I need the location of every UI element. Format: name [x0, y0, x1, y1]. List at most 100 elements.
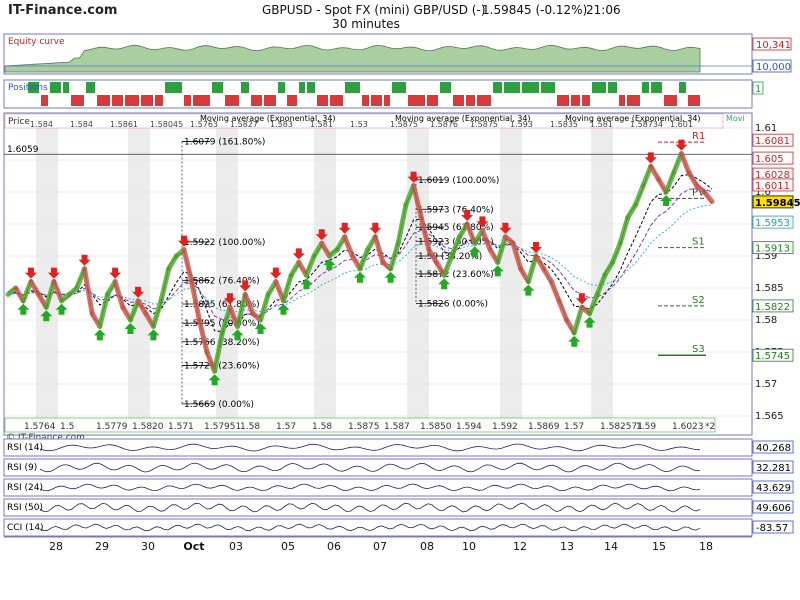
day-band — [314, 128, 336, 418]
indicator-label: CCI (14) — [7, 523, 44, 533]
right-label-text: 1.605 — [755, 154, 784, 165]
position-short — [193, 95, 210, 106]
bottom-price-label: 1.592 — [492, 422, 518, 432]
indicator-panel — [3, 438, 753, 457]
pivot-label: S3 — [692, 344, 705, 355]
clock-time: 21:06 — [586, 3, 621, 17]
x-tick-label: 15 — [652, 540, 666, 553]
position-short — [582, 95, 590, 106]
bottom-price-label: 1.5 — [60, 422, 74, 432]
fib-label: 1.5669 (0.00%) — [184, 400, 254, 410]
equity-label: Equity curve — [8, 37, 65, 47]
position-long — [642, 82, 649, 93]
fib-label: 1.5922 (100.00%) — [184, 238, 265, 248]
indicator-label: RSI (14) — [7, 443, 43, 453]
equity-area — [4, 44, 701, 73]
y-tick-label: 1.565 — [755, 411, 784, 422]
position-long — [679, 82, 686, 93]
y-tick-label: 1.57 — [755, 379, 777, 390]
position-short — [466, 95, 475, 106]
equity-value-high: 10,341 — [756, 40, 791, 51]
position-long — [345, 82, 360, 93]
indicator-panels: RSI (14) 40.268 RSI (9) 32.281 RSI (24) 43.62… — [3, 438, 794, 537]
equity-panel: Equity curve 10,341 10,000 — [3, 33, 792, 75]
position-long — [86, 82, 95, 93]
position-long — [241, 82, 249, 93]
position-short — [71, 95, 84, 106]
position-long — [504, 82, 520, 93]
position-short — [287, 95, 297, 106]
bottom-price-label: 1.5820 — [132, 422, 164, 432]
brand-label: IT-Finance.com — [8, 3, 117, 18]
fib-label: 1.5729 (23.60%) — [184, 361, 260, 371]
position-short — [384, 95, 390, 106]
position-long — [440, 82, 451, 93]
x-tick-label: 05 — [281, 540, 295, 553]
position-short — [97, 95, 110, 106]
position-short — [125, 95, 139, 106]
pivot-label: S2 — [692, 295, 705, 306]
bottom-price-label: 1.5779 — [96, 422, 128, 432]
price-change: 1.59845 (-0.12%) — [482, 3, 587, 17]
bottom-price-label: 1.58 — [240, 422, 260, 432]
x-tick-label: 10 — [462, 540, 476, 553]
position-short — [371, 95, 382, 106]
position-long — [651, 82, 662, 93]
position-short — [362, 95, 369, 106]
position-long — [63, 82, 69, 93]
chart-canvas: IT-Finance.com GBPUSD - Spot FX (mini) G… — [3, 3, 800, 553]
indicator-label: RSI (50) — [7, 503, 43, 513]
x-tick-label: 29 — [95, 540, 109, 553]
level-label-1-6059: 1.6059 — [7, 145, 39, 155]
main-panel: 1.6059 1.6079 (161.80%) 1.5922 (100.00%) 1… — [3, 112, 800, 443]
x-tick-label: 12 — [513, 540, 527, 553]
bottom-price-labels: 1.5764 1.5 1.5779 1.5820 1.571 1.579511.58 1.5… — [24, 422, 704, 432]
position-long — [493, 82, 502, 93]
right-label-text: 1.5745 — [755, 351, 790, 362]
x-axis-labels: 28 29 30 Oct 03 05 06 07 08 10 12 13 14 15 18 — [4, 536, 752, 553]
bottom-price-label: 1.5869 — [528, 422, 560, 432]
bottom-suffix: *2 — [705, 422, 715, 432]
position-long — [392, 82, 406, 93]
position-short — [41, 95, 48, 106]
day-band — [128, 128, 150, 418]
indicator-panel — [3, 478, 753, 497]
fib-label: 1.5973 (76.40%) — [418, 205, 494, 215]
fib-label: 1.5872 (23.60%) — [418, 270, 494, 280]
day-band — [216, 128, 238, 418]
position-long — [299, 82, 305, 93]
position-long — [278, 82, 285, 93]
right-label-text: 1.5953 — [755, 218, 790, 229]
fib-label: 1.6019 (100.00%) — [418, 176, 499, 186]
position-short — [141, 95, 153, 106]
position-long — [522, 82, 539, 93]
fib-label: 1.5862 (76.40%) — [184, 276, 260, 286]
position-short — [453, 95, 464, 106]
top-price-label: 1.584 — [30, 120, 53, 129]
top-price-label: 1.584 — [70, 120, 93, 129]
positions-panel: Positions 1 — [3, 79, 764, 109]
x-tick-label: 13 — [560, 540, 574, 553]
position-short — [408, 95, 425, 106]
x-tick-label: 30 — [141, 540, 155, 553]
position-short — [184, 95, 191, 106]
instrument-title: GBPUSD - Spot FX (mini) GBP/USD (-) — [262, 3, 486, 17]
bottom-price-label: 1.5764 — [24, 422, 56, 432]
position-short — [664, 95, 677, 106]
bottom-price-label: 1.571 — [168, 422, 194, 432]
position-short — [557, 95, 569, 106]
legend-price: Price — [8, 117, 30, 127]
right-label-text: 1.6081 — [755, 136, 790, 147]
bottom-price-label: 1.594 — [456, 422, 482, 432]
position-long — [592, 82, 606, 93]
position-short — [330, 95, 343, 106]
position-short — [225, 95, 239, 106]
right-label-text: 1.6011 — [755, 181, 790, 192]
pivot-label: R1 — [692, 131, 705, 142]
position-short — [251, 95, 262, 106]
top-price-label: 1.5861 — [110, 120, 138, 129]
bottom-price-label: 1.58 — [312, 422, 332, 432]
indicator-label: RSI (24) — [7, 483, 43, 493]
position-short — [427, 95, 438, 106]
legend-ma-2: Moving average (Exponential, 34) — [395, 114, 531, 123]
